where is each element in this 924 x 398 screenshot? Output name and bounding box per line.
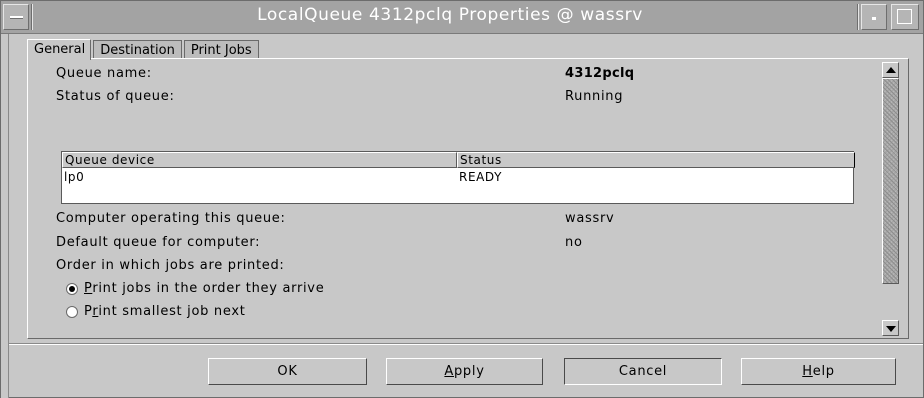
queue-status-label: Status of queue: <box>56 89 175 104</box>
help-button[interactable]: Help <box>741 358 896 385</box>
table-cell-device[interactable]: lp0 <box>64 170 84 184</box>
window-menu-icon <box>10 16 23 18</box>
computer-label: Computer operating this queue: <box>56 211 286 226</box>
queue-name-value: 4312pclq <box>565 66 635 81</box>
table-cell-status[interactable]: READY <box>459 170 502 184</box>
tab-general[interactable]: General <box>27 39 92 60</box>
window-title: LocalQueue 4312pclq Properties @ wassrv <box>257 5 643 25</box>
computer-value: wassrv <box>565 211 615 226</box>
properties-dialog: LocalQueue 4312pclq Properties @ wassrv … <box>0 0 924 398</box>
radio-unselected-icon[interactable] <box>66 305 78 318</box>
table-header: Queue device Status <box>62 152 855 168</box>
queue-name-label: Queue name: <box>56 66 152 81</box>
title-separator <box>857 4 859 30</box>
tab-bar: General Destination Print Jobs <box>27 39 261 60</box>
arrow-up-icon <box>886 67 896 73</box>
maximize-icon <box>897 9 912 24</box>
radio-order-arrival-label: Print jobs in the order they arrive <box>84 281 325 296</box>
button-separator <box>9 343 923 345</box>
column-header-queue-device[interactable]: Queue device <box>62 152 457 168</box>
minimize-button[interactable] <box>861 4 887 30</box>
general-tab-panel: Queue name: 4312pclq Status of queue: Ru… <box>27 58 909 339</box>
radio-selected-icon[interactable] <box>66 282 78 295</box>
arrow-down-icon <box>886 326 896 332</box>
print-order-label: Order in which jobs are printed: <box>56 258 285 273</box>
column-header-status[interactable]: Status <box>457 152 855 168</box>
queue-status-value: Running <box>565 89 624 104</box>
apply-button[interactable]: Apply <box>386 358 543 385</box>
window-menu-button[interactable] <box>3 4 29 30</box>
radio-smallest-first-label: Print smallest job next <box>84 304 246 319</box>
minimize-icon <box>872 17 876 20</box>
tab-destination[interactable]: Destination <box>93 40 182 59</box>
default-queue-value: no <box>565 235 583 250</box>
title-separator <box>31 4 33 30</box>
title-bar[interactable]: LocalQueue 4312pclq Properties @ wassrv <box>1 1 923 34</box>
radio-order-arrival[interactable]: Print jobs in the order they arrive <box>66 281 324 296</box>
ok-button[interactable]: OK <box>208 358 367 385</box>
queue-device-table: Queue device Status lp0 READY <box>61 151 855 204</box>
scrollbar-thumb[interactable] <box>882 78 899 284</box>
window-frame-left <box>1 34 9 398</box>
default-queue-label: Default queue for computer: <box>56 235 261 250</box>
radio-smallest-first[interactable]: Print smallest job next <box>66 304 246 319</box>
scroll-down-button[interactable] <box>882 320 899 336</box>
scroll-up-button[interactable] <box>882 62 899 78</box>
tab-print-jobs[interactable]: Print Jobs <box>183 40 259 59</box>
cancel-button[interactable]: Cancel <box>564 358 722 385</box>
vertical-scrollbar[interactable] <box>882 62 899 336</box>
general-content: Queue name: 4312pclq Status of queue: Ru… <box>34 62 900 336</box>
maximize-button[interactable] <box>891 4 919 30</box>
